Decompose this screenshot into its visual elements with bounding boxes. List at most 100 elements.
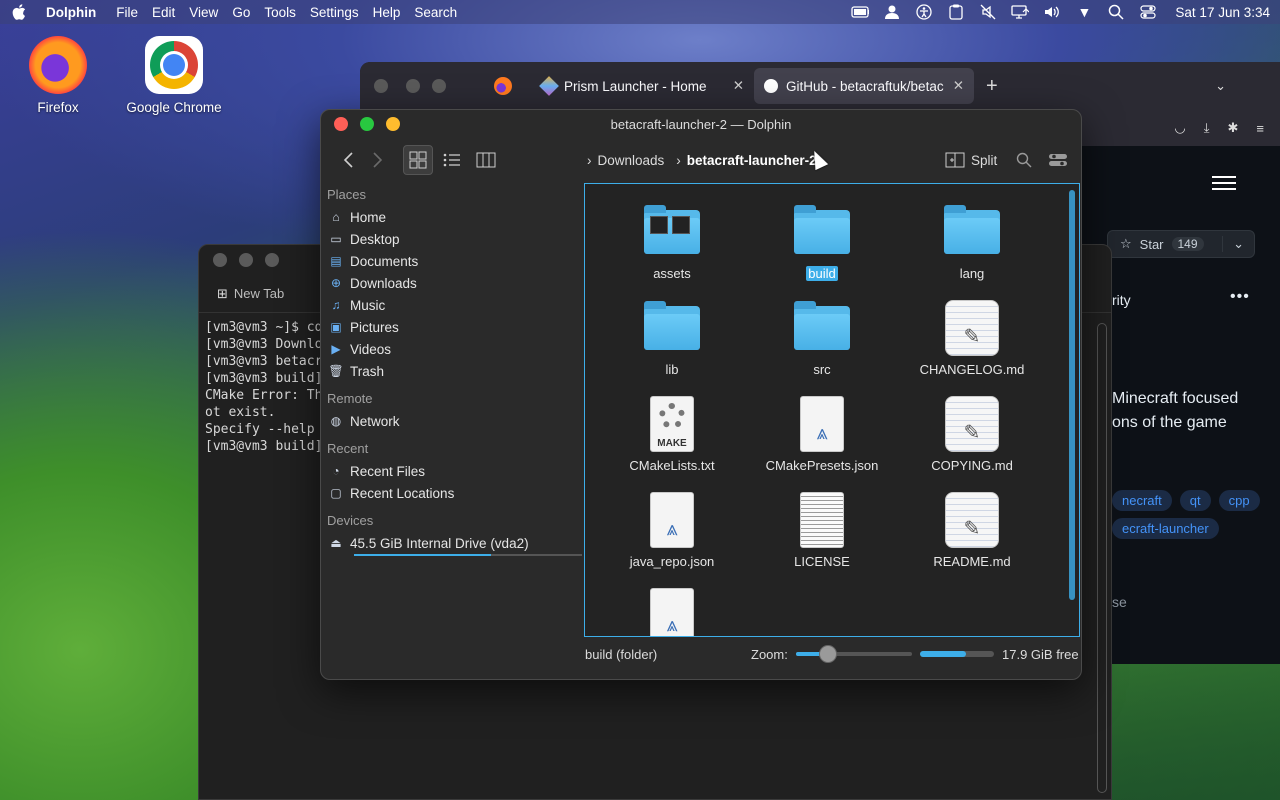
- topic-pill[interactable]: necraft: [1112, 490, 1172, 511]
- close-icon[interactable]: ✕: [733, 78, 744, 94]
- dropdown-icon[interactable]: ▼: [1075, 4, 1093, 20]
- window-maximize-button[interactable]: [360, 117, 374, 131]
- menu-settings[interactable]: Settings: [310, 5, 359, 20]
- window-close-button[interactable]: [334, 117, 348, 131]
- places-item-home[interactable]: ⌂ Home: [327, 206, 583, 228]
- window-maximize-button[interactable]: [432, 79, 446, 93]
- places-item-drive[interactable]: ⏏ 45.5 GiB Internal Drive (vda2): [327, 532, 583, 556]
- window-minimize-button[interactable]: [406, 79, 420, 93]
- user-icon[interactable]: [883, 4, 901, 20]
- file-view[interactable]: assets build lang lib src ✎ CHANGELOG.md…: [584, 183, 1080, 637]
- repo-description-line: Minecraft focused: [1112, 390, 1239, 407]
- file-item[interactable]: ⩓: [607, 586, 737, 636]
- license-partial[interactable]: se: [1112, 594, 1127, 610]
- file-item[interactable]: ⩓ CMakePresets.json: [757, 394, 887, 473]
- file-item[interactable]: LICENSE: [757, 490, 887, 569]
- file-item[interactable]: ✎ CHANGELOG.md: [907, 298, 1037, 377]
- file-item[interactable]: src: [757, 298, 887, 377]
- file-item[interactable]: MAKE CMakeLists.txt: [607, 394, 737, 473]
- extensions-icon[interactable]: ✱: [1228, 120, 1239, 136]
- file-item[interactable]: lib: [607, 298, 737, 377]
- zoom-slider-handle[interactable]: [819, 645, 838, 663]
- places-item-desktop[interactable]: ▭ Desktop: [327, 228, 583, 250]
- menu-edit[interactable]: Edit: [152, 5, 175, 20]
- places-item-downloads[interactable]: ⊕ Downloads: [327, 272, 583, 294]
- repo-tab-partial[interactable]: rity: [1112, 292, 1131, 308]
- firefox-view-icon[interactable]: [494, 77, 512, 95]
- browser-tab-prism[interactable]: Prism Launcher - Home ✕: [532, 68, 754, 104]
- search-icon[interactable]: [1107, 4, 1125, 20]
- menu-go[interactable]: Go: [232, 5, 250, 20]
- chevron-down-icon[interactable]: ⌄: [1222, 236, 1254, 252]
- file-item-selected[interactable]: build: [757, 202, 887, 281]
- hamburger-menu-icon[interactable]: ≡: [1256, 121, 1264, 136]
- downloads-icon[interactable]: ⤓: [1204, 120, 1210, 136]
- hamburger-menu-button[interactable]: [1043, 145, 1073, 175]
- places-item-recent-locations[interactable]: ▢ Recent Locations: [327, 482, 583, 504]
- places-item-trash[interactable]: 🗑 Trash: [327, 360, 583, 382]
- menu-help[interactable]: Help: [373, 5, 401, 20]
- breadcrumb-downloads[interactable]: Downloads: [598, 153, 665, 168]
- file-item[interactable]: ✎ README.md: [907, 490, 1037, 569]
- search-button[interactable]: [1009, 145, 1039, 175]
- topic-pill[interactable]: cpp: [1218, 490, 1260, 511]
- desktop-icon-firefox[interactable]: Firefox: [3, 36, 113, 115]
- topic-pill[interactable]: ecraft-launcher: [1112, 518, 1219, 539]
- app-name[interactable]: Dolphin: [46, 5, 96, 20]
- browser-tab-github[interactable]: GitHub - betacraftuk/betac ✕: [754, 68, 974, 104]
- file-item[interactable]: ⩓ java_repo.json: [607, 490, 737, 569]
- places-item-recent-files[interactable]: ◔ Recent Files: [327, 460, 583, 482]
- places-item-music[interactable]: ♫ Music: [327, 294, 583, 316]
- menu-search[interactable]: Search: [414, 5, 457, 20]
- menu-view[interactable]: View: [189, 5, 218, 20]
- desktop-icon-chrome[interactable]: Google Chrome: [119, 36, 229, 115]
- file-item[interactable]: ✎ COPYING.md: [907, 394, 1037, 473]
- menu-file[interactable]: File: [116, 5, 138, 20]
- menubar-clock[interactable]: Sat 17 Jun 3:34: [1175, 5, 1270, 20]
- repo-description-line: ons of the game: [1112, 414, 1227, 431]
- new-tab-icon[interactable]: ⊞: [217, 286, 228, 302]
- places-item-network[interactable]: ◍ Network: [327, 410, 583, 432]
- split-button[interactable]: Split: [945, 145, 997, 175]
- tab-list-chevron-icon[interactable]: ⌄: [1215, 78, 1226, 94]
- file-view-scrollbar[interactable]: [1069, 190, 1075, 600]
- apple-logo-icon[interactable]: [10, 3, 28, 21]
- accessibility-icon[interactable]: [915, 4, 933, 20]
- star-button[interactable]: ☆ Star 149 ⌄: [1107, 230, 1255, 258]
- clipboard-icon[interactable]: [947, 4, 965, 20]
- window-close-button[interactable]: [213, 253, 227, 267]
- display-icon[interactable]: [1011, 4, 1030, 20]
- details-view-button[interactable]: [437, 145, 467, 175]
- icons-view-button[interactable]: [403, 145, 433, 175]
- mute-icon[interactable]: [979, 4, 997, 20]
- menu-tools[interactable]: Tools: [264, 5, 296, 20]
- new-tab-button[interactable]: New Tab: [234, 286, 284, 301]
- topic-pill[interactable]: qt: [1179, 490, 1211, 511]
- volume-icon[interactable]: [1043, 4, 1061, 20]
- places-item-pictures[interactable]: ▣ Pictures: [327, 316, 583, 338]
- battery-icon[interactable]: [851, 4, 870, 20]
- file-name: README.md: [933, 554, 1011, 569]
- file-item[interactable]: assets: [607, 202, 737, 281]
- terminal-scrollbar[interactable]: [1097, 323, 1107, 793]
- window-close-button[interactable]: [374, 79, 388, 93]
- places-item-label: Videos: [350, 341, 392, 357]
- control-center-icon[interactable]: [1139, 4, 1157, 20]
- breadcrumb-current[interactable]: betacraft-launcher-2: [687, 153, 817, 168]
- more-icon[interactable]: •••: [1230, 288, 1250, 306]
- zoom-slider[interactable]: [795, 645, 912, 663]
- window-minimize-button[interactable]: [386, 117, 400, 131]
- back-button[interactable]: [333, 145, 363, 175]
- places-item-documents[interactable]: ▤ Documents: [327, 250, 583, 272]
- new-tab-button[interactable]: +: [986, 75, 998, 98]
- window-minimize-button[interactable]: [239, 253, 253, 267]
- forward-button[interactable]: [363, 145, 393, 175]
- columns-view-button[interactable]: [471, 145, 501, 175]
- home-icon: ⌂: [332, 210, 340, 224]
- github-menu-icon[interactable]: [1212, 172, 1236, 194]
- close-icon[interactable]: ✕: [953, 78, 964, 94]
- pocket-icon[interactable]: ◡: [1174, 120, 1185, 136]
- file-item[interactable]: lang: [907, 202, 1037, 281]
- places-item-videos[interactable]: ▶ Videos: [327, 338, 583, 360]
- window-maximize-button[interactable]: [265, 253, 279, 267]
